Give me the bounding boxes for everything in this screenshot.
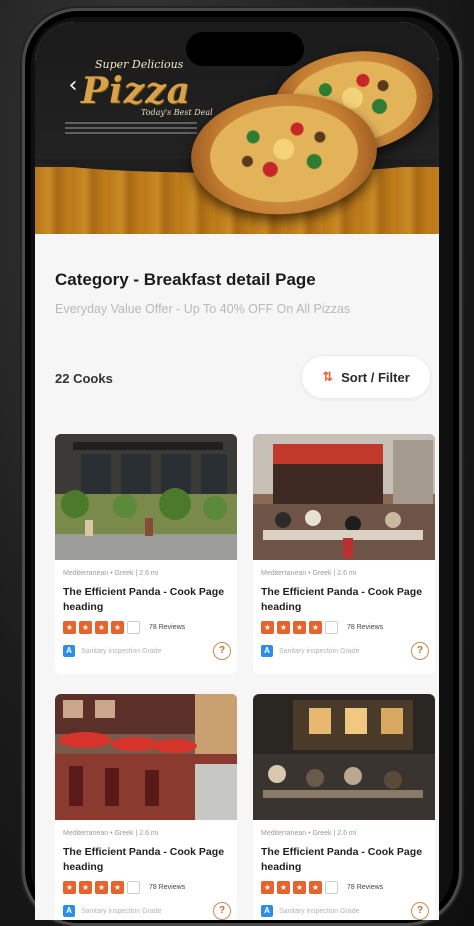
- star-filled-icon: ★: [111, 881, 124, 894]
- inspection-label: Sanitary inspection Grade: [279, 647, 360, 655]
- inspection-row: A Sanitary inspection Grade ?: [261, 642, 429, 660]
- star-filled-icon: ★: [261, 621, 274, 634]
- sort-filter-label: Sort / Filter: [341, 369, 410, 385]
- review-count: 78 Reviews: [347, 884, 384, 891]
- star-filled-icon: ★: [63, 621, 76, 634]
- review-count: 78 Reviews: [149, 884, 186, 891]
- page-subtitle: Everyday Value Offer - Up To 40% OFF On …: [55, 302, 351, 316]
- star-filled-icon: ★: [79, 621, 92, 634]
- star-filled-icon: ★: [277, 881, 290, 894]
- logo-fine-print: [65, 122, 197, 137]
- help-icon[interactable]: ?: [213, 902, 231, 920]
- inspection-label: Sanitary inspection Grade: [81, 647, 162, 655]
- grade-a-icon: A: [63, 905, 75, 917]
- review-count: 78 Reviews: [149, 624, 186, 631]
- inspection-row: A Sanitary inspection Grade ?: [261, 902, 429, 920]
- main-content: Category - Breakfast detail Page Everyda…: [35, 234, 439, 920]
- cook-card[interactable]: Mediterranean • Greek | 2.6 mi The Effic…: [253, 434, 435, 674]
- page-title: Category - Breakfast detail Page: [55, 270, 316, 289]
- filter-icon: ⇅: [322, 369, 334, 385]
- card-meta: Mediterranean • Greek | 2.6 mi: [261, 570, 357, 577]
- star-empty-icon: [127, 881, 140, 894]
- app-screen: ‹ Super Delicious Pizza Today's Best Dea…: [35, 22, 439, 920]
- grade-a-icon: A: [261, 645, 273, 657]
- card-title: The Efficient Panda - Cook Page heading: [261, 586, 423, 613]
- star-filled-icon: ★: [63, 881, 76, 894]
- cook-card[interactable]: Mediterranean • Greek | 2.6 mi The Effic…: [55, 694, 237, 920]
- star-rating: ★ ★ ★ ★ 78 Reviews: [63, 881, 231, 894]
- card-meta: Mediterranean • Greek | 2.6 mi: [63, 570, 159, 577]
- star-filled-icon: ★: [79, 881, 92, 894]
- restaurant-photo: [55, 434, 237, 560]
- star-filled-icon: ★: [293, 881, 306, 894]
- inspection-row: A Sanitary inspection Grade ?: [63, 642, 231, 660]
- star-rating: ★ ★ ★ ★ 78 Reviews: [261, 881, 429, 894]
- restaurant-photo: [253, 694, 435, 820]
- card-title: The Efficient Panda - Cook Page heading: [63, 846, 225, 873]
- help-icon[interactable]: ?: [213, 642, 231, 660]
- inspection-label: Sanitary inspection Grade: [279, 907, 360, 915]
- grade-a-icon: A: [261, 905, 273, 917]
- star-empty-icon: [325, 621, 338, 634]
- card-meta: Mediterranean • Greek | 2.6 mi: [261, 830, 357, 837]
- star-filled-icon: ★: [261, 881, 274, 894]
- star-empty-icon: [127, 621, 140, 634]
- star-filled-icon: ★: [277, 621, 290, 634]
- cook-card[interactable]: Mediterranean • Greek | 2.6 mi The Effic…: [253, 694, 435, 920]
- logo-title: Pizza: [81, 70, 191, 112]
- card-title: The Efficient Panda - Cook Page heading: [261, 846, 423, 873]
- sort-filter-button[interactable]: ⇅ Sort / Filter: [301, 355, 431, 399]
- review-count: 78 Reviews: [347, 624, 384, 631]
- cook-card[interactable]: Mediterranean • Greek | 2.6 mi The Effic…: [55, 434, 237, 674]
- star-filled-icon: ★: [293, 621, 306, 634]
- card-meta: Mediterranean • Greek | 2.6 mi: [63, 830, 159, 837]
- restaurant-photo: [253, 434, 435, 560]
- star-filled-icon: ★: [95, 621, 108, 634]
- help-icon[interactable]: ?: [411, 642, 429, 660]
- star-filled-icon: ★: [95, 881, 108, 894]
- logo-subtitle: Today's Best Deal: [141, 108, 213, 117]
- inspection-row: A Sanitary inspection Grade ?: [63, 902, 231, 920]
- star-empty-icon: [325, 881, 338, 894]
- help-icon[interactable]: ?: [411, 902, 429, 920]
- restaurant-photo: [55, 694, 237, 820]
- card-title: The Efficient Panda - Cook Page heading: [63, 586, 225, 613]
- star-filled-icon: ★: [309, 621, 322, 634]
- cook-count: 22 Cooks: [55, 371, 113, 386]
- star-filled-icon: ★: [309, 881, 322, 894]
- star-filled-icon: ★: [111, 621, 124, 634]
- dynamic-island: [186, 32, 304, 66]
- star-rating: ★ ★ ★ ★ 78 Reviews: [261, 621, 429, 634]
- star-rating: ★ ★ ★ ★ 78 Reviews: [63, 621, 231, 634]
- grade-a-icon: A: [63, 645, 75, 657]
- inspection-label: Sanitary inspection Grade: [81, 907, 162, 915]
